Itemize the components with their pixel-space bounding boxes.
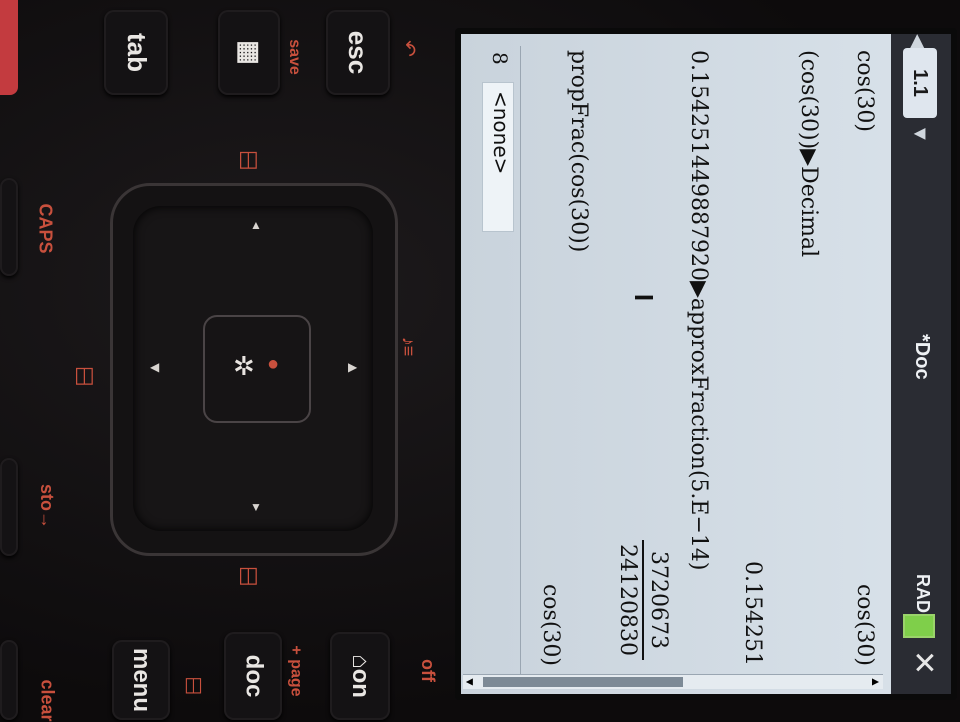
caps-label: CAPS <box>35 203 56 254</box>
tab-key-label: tab <box>121 33 152 72</box>
title-bar: ◀ 1.1 ▼ *Doc RAD ✕ <box>891 34 951 694</box>
touchpad-up-arrow[interactable]: ▲ <box>250 218 262 232</box>
history-row[interactable]: 0.154251449887920▶approxFraction(5.E−14)… <box>601 46 711 666</box>
history-input: propFrac(cos(30)) <box>566 50 591 253</box>
history-output: 0.154251 <box>740 561 765 666</box>
fraction-denominator: 24120830 <box>615 544 640 656</box>
calculator-history: cos(30) cos(30) (cos(30))▶Decimal 0.1542… <box>471 46 881 676</box>
tab-next-icon[interactable]: ▼ <box>908 124 931 144</box>
left-key-upper[interactable] <box>0 178 18 276</box>
history-output: cos(30) <box>538 583 563 666</box>
doc-key-label: doc <box>239 654 267 698</box>
touchpad-right-arrow[interactable]: ▶ <box>348 360 357 374</box>
calculator-screen: ◀ 1.1 ▼ *Doc RAD ✕ cos(30) cos(30) (cos(… <box>455 28 957 700</box>
history-input: 0.154251449887920▶approxFraction(5.E−14) <box>686 50 711 571</box>
left-key-lower[interactable] <box>0 458 18 556</box>
history-scrollbar[interactable]: ▲ ▼ <box>463 674 883 689</box>
scroll-down-icon[interactable]: ▼ <box>463 676 477 688</box>
undo-icon: ↶ <box>396 40 419 57</box>
entry-input[interactable]: <none> <box>482 82 514 232</box>
battery-icon <box>903 614 935 638</box>
entry-line[interactable]: 8 <none> <box>476 46 521 676</box>
angle-mode: RAD <box>913 574 933 613</box>
history-row[interactable]: propFrac(cos(30)) cos(30) <box>531 46 591 666</box>
menu-key-label: menu <box>128 647 156 713</box>
history-row[interactable]: (cos(30))▶Decimal 0.154251 <box>740 46 821 666</box>
esc-key[interactable]: esc <box>326 10 390 95</box>
click-button[interactable]: ✲ ● <box>203 315 311 423</box>
page-right-icon: ◫ <box>238 562 259 587</box>
grab-icon: ● <box>267 353 280 375</box>
doc-page-icon: ◫ <box>184 674 203 696</box>
tab-1-1[interactable]: 1.1 <box>903 48 937 118</box>
pointer-icon: ✲ <box>233 351 255 381</box>
calculator-icon: ▦ <box>234 40 265 65</box>
scratchpad-key[interactable]: ▦ <box>218 10 280 95</box>
entry-prefix: 8 <box>488 52 512 65</box>
menu-key[interactable]: menu <box>112 640 170 720</box>
screen-content: ◀ 1.1 ▼ *Doc RAD ✕ cos(30) cos(30) (cos(… <box>461 34 951 694</box>
history-fraction-output: 3720673 24120830 <box>615 540 671 660</box>
clear-label: clear <box>37 679 58 722</box>
doc-key[interactable]: doc <box>224 632 282 720</box>
home-on-key[interactable]: ⌂on <box>330 632 390 720</box>
red-key-fragment[interactable] <box>0 0 18 95</box>
scrollbar-thumb[interactable] <box>483 677 683 687</box>
off-label: off <box>417 659 438 682</box>
history-row[interactable]: cos(30) cos(30) <box>837 46 877 666</box>
close-icon[interactable]: ✕ <box>906 650 941 675</box>
esc-key-label: esc <box>343 30 374 75</box>
fraction-numerator: 3720673 <box>642 540 671 660</box>
touchpad-down-arrow[interactable]: ▼ <box>250 500 262 514</box>
left-key-bottom[interactable] <box>0 640 18 720</box>
save-label: save <box>285 39 303 75</box>
doc-title: *Doc <box>911 334 933 380</box>
scroll-up-icon[interactable]: ▲ <box>869 676 883 688</box>
text-cursor-icon: I <box>629 293 660 302</box>
sto-label: sto→ <box>37 484 57 529</box>
history-output: cos(30) <box>852 583 877 666</box>
home-on-key-label: ⌂on <box>346 654 374 698</box>
page-left-icon: ◫ <box>238 146 259 171</box>
page-label: + page <box>287 645 305 697</box>
insert-icon: ◫ <box>74 362 95 387</box>
history-input: (cos(30))▶Decimal <box>796 50 821 258</box>
history-input: cos(30) <box>852 50 877 133</box>
touchpad-left-arrow[interactable]: ◀ <box>150 360 159 374</box>
tab-key[interactable]: tab <box>104 10 168 95</box>
shift-symbol-icon: ♪≡ <box>398 336 419 357</box>
